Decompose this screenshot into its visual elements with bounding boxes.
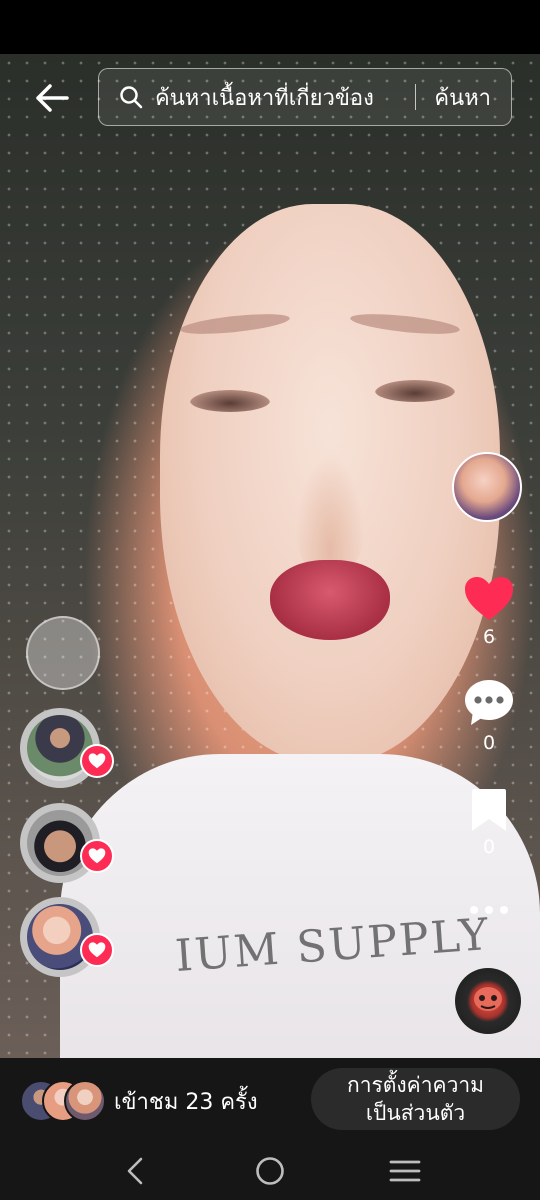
menu-lines-icon	[389, 1160, 421, 1182]
more-button[interactable]	[452, 906, 526, 914]
liker-avatar[interactable]	[20, 708, 114, 788]
video-eye-left	[190, 390, 270, 412]
liker-heart-badge	[80, 839, 114, 873]
circle-home-icon	[256, 1157, 284, 1185]
chevron-left-icon	[127, 1157, 143, 1185]
nav-recent-button[interactable]	[385, 1154, 425, 1188]
more-icon[interactable]	[470, 906, 508, 914]
nav-back-button[interactable]	[115, 1154, 155, 1188]
viewer-avatars[interactable]	[20, 1080, 106, 1122]
music-disc[interactable]	[455, 968, 521, 1034]
video-nose	[295, 454, 365, 574]
nav-home-button[interactable]	[250, 1154, 290, 1188]
liker-heart-badge	[80, 933, 114, 967]
search-input[interactable]: ค้นหาเนื้อหาที่เกี่ยวข้อง	[155, 80, 415, 115]
video-lips	[270, 560, 390, 640]
search-button[interactable]: ค้นหา	[434, 80, 491, 115]
viewer-avatar	[64, 1080, 106, 1122]
comment-action[interactable]: 0	[452, 678, 526, 754]
search-bar[interactable]: ค้นหาเนื้อหาที่เกี่ยวข้อง ค้นหา	[98, 68, 512, 126]
sound-avatar-icon	[474, 987, 502, 1011]
privacy-settings-button[interactable]: การตั้งค่าความ เป็นส่วนตัว	[311, 1068, 520, 1130]
back-button[interactable]	[30, 78, 74, 118]
comment-count: 0	[482, 732, 496, 754]
liker-heart-badge	[80, 744, 114, 778]
privacy-button-line1: การตั้งค่าความ	[347, 1073, 484, 1097]
comment-icon[interactable]	[463, 678, 515, 728]
arrow-left-icon	[36, 84, 69, 112]
save-count: 0	[482, 836, 496, 858]
heart-icon	[88, 942, 106, 958]
privacy-button-line2: เป็นส่วนตัว	[365, 1101, 466, 1125]
bottom-bar: เข้าชม 23 ครั้ง การตั้งค่าความ เป็นส่วนต…	[0, 1058, 540, 1140]
save-action[interactable]: 0	[452, 788, 526, 858]
faint-sticker	[26, 616, 100, 690]
liker-avatar[interactable]	[20, 803, 114, 883]
view-count-text: เข้าชม 23 ครั้ง	[114, 1090, 258, 1115]
liker-avatar[interactable]	[20, 897, 114, 977]
search-icon	[119, 84, 145, 110]
heart-icon	[88, 753, 106, 769]
search-divider	[414, 84, 417, 110]
heart-icon[interactable]	[463, 576, 515, 622]
bookmark-icon[interactable]	[469, 788, 509, 832]
system-nav-bar	[0, 1140, 540, 1200]
heart-icon	[88, 848, 106, 864]
like-count: 6	[482, 626, 496, 648]
creator-avatar[interactable]	[452, 452, 522, 522]
video-eye-right	[375, 380, 455, 402]
status-bar	[0, 0, 540, 54]
like-action[interactable]: 6	[452, 576, 526, 648]
